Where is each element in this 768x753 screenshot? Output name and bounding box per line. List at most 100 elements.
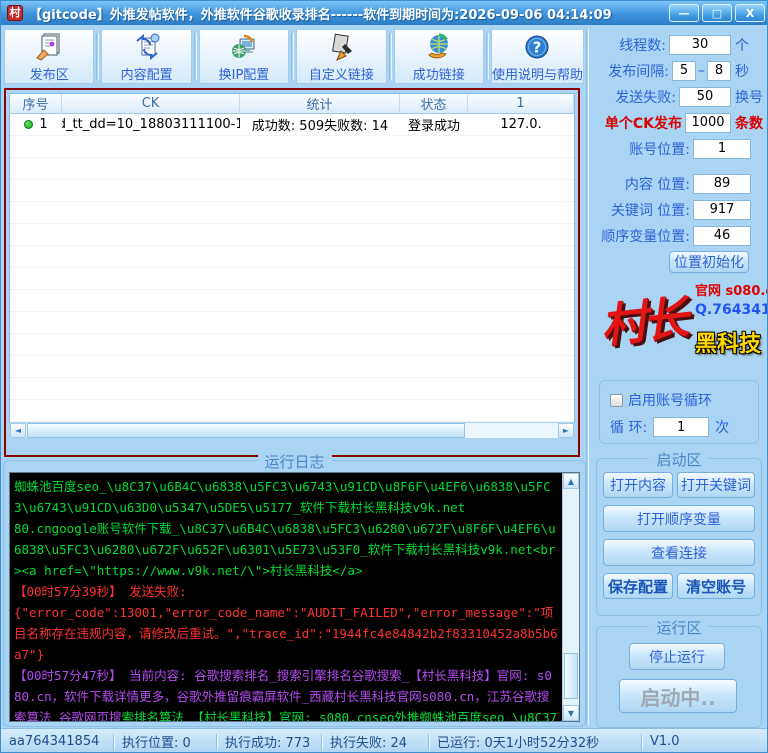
account-pos-label: 账号位置: [593, 139, 693, 159]
maximize-button[interactable]: □ [702, 4, 732, 22]
log-line: 80.cngoogle账号软件下载_\u8C37\u6B4C\u6838\u5F… [14, 518, 558, 581]
thread-count-unit: 个 [731, 35, 763, 55]
cell-1: uuid_tt_dd=10_18803111100-17... [62, 117, 240, 132]
account-table[interactable]: 序号CK统计状态1 1uuid_tt_dd=10_18803111100-17.… [9, 93, 575, 423]
window-title: 【gitcode】外推发帖软件，外推软件谷歌收录排名------软件到期时间为:… [29, 4, 666, 23]
table-row[interactable]: 1uuid_tt_dd=10_18803111100-17...成功数: 509… [10, 114, 574, 136]
empty-row [10, 136, 574, 158]
single-ck-unit: 条数 [731, 113, 763, 133]
toolbar: 发布区 内容配置换IP配置自定义链接成功链接 ?使用说明与帮助 [3, 28, 585, 85]
statusbar-item-2: 执行成功: 773 [217, 732, 321, 751]
column-header-1[interactable]: CK [62, 94, 240, 114]
interval-max-input[interactable] [707, 61, 731, 81]
toolbar-button-publish[interactable]: 发布区 [4, 29, 94, 84]
content-pos-input[interactable] [693, 174, 751, 194]
minimize-button[interactable]: — [669, 4, 699, 22]
empty-row [10, 224, 574, 246]
keyword-pos-row: 关键词 位置: [593, 199, 763, 220]
column-header-0[interactable]: 序号 [10, 94, 62, 114]
empty-row [10, 312, 574, 334]
scroll-up-icon[interactable]: ▲ [563, 473, 579, 489]
custom-link-icon [326, 31, 356, 63]
publish-doc-icon [34, 31, 64, 63]
toolbar-separator [96, 33, 99, 80]
change-ip-icon [229, 31, 259, 63]
horizontal-scrollbar[interactable]: ◄ ► [9, 422, 575, 439]
statusbar-item-1: 执行位置: 0 [114, 732, 216, 751]
scroll-left-icon[interactable]: ◄ [10, 423, 26, 438]
status-bar: aa764341854执行位置: 0执行成功: 773执行失败: 24已运行: … [1, 728, 768, 753]
horizontal-scroll-thumb[interactable] [27, 423, 465, 438]
open-content-button[interactable]: 打开内容 [603, 472, 673, 498]
toolbar-button-label: 成功链接 [413, 64, 465, 83]
account-pos-row: 账号位置: [593, 138, 763, 159]
order-pos-row: 顺序变量位置: [593, 225, 763, 246]
loop-checkbox[interactable] [610, 394, 623, 407]
log-line: {"error_code":13001,"error_code_name":"A… [14, 602, 558, 665]
scroll-right-icon[interactable]: ► [558, 423, 574, 438]
single-ck-input[interactable] [685, 113, 731, 133]
log-vertical-scrollbar[interactable]: ▲ ▼ [562, 473, 579, 721]
account-pos-input[interactable] [693, 139, 751, 159]
statusbar-item-5: V1.0 [642, 734, 768, 749]
loop-count-input[interactable] [653, 417, 709, 437]
empty-row [10, 202, 574, 224]
order-pos-input[interactable] [693, 226, 751, 246]
scroll-down-icon[interactable]: ▼ [563, 705, 579, 721]
column-header-3[interactable]: 状态 [400, 94, 468, 114]
log-group-title: 运行日志 [257, 451, 331, 472]
keyword-pos-input[interactable] [693, 200, 751, 220]
empty-row [10, 400, 574, 422]
thread-count-input[interactable] [669, 35, 731, 55]
titlebar: 村 【gitcode】外推发帖软件，外推软件谷歌收录排名------软件到期时间… [1, 1, 768, 25]
stop-run-button[interactable]: 停止运行 [629, 643, 725, 670]
toolbar-separator [389, 33, 392, 80]
launch-group-title: 启动区 [649, 449, 708, 470]
interval-row: 发布间隔: – 秒 [593, 60, 763, 81]
table-header: 序号CK统计状态1 [10, 94, 574, 114]
open-order-button[interactable]: 打开顺序变量 [603, 505, 755, 532]
log-box[interactable]: 蜘蛛池百度seo_\u8C37\u6B4C\u6838\u5FC3\u6743\… [9, 472, 580, 722]
brand-site: 官网 s080.cn [695, 280, 767, 299]
statusbar-item-0: aa764341854 [1, 734, 113, 749]
toolbar-button-ip[interactable]: 换IP配置 [199, 29, 289, 84]
column-header-2[interactable]: 统计 [240, 94, 400, 114]
open-keyword-button[interactable]: 打开关键词 [677, 472, 755, 498]
toolbar-button-content[interactable]: 内容配置 [101, 29, 191, 84]
statusbar-item-3: 执行失败: 24 [322, 732, 428, 751]
save-config-button[interactable]: 保存配置 [603, 573, 673, 599]
settings-form: 线程数: 个 发布间隔: – 秒 发送失败: 换号 单个CK发布 条数 [591, 28, 767, 273]
empty-row [10, 180, 574, 202]
run-group-title: 运行区 [649, 617, 708, 638]
brand-logo: 村长 [586, 273, 699, 379]
interval-min-input[interactable] [672, 61, 696, 81]
content-config-icon [132, 31, 162, 63]
clear-account-button[interactable]: 清空账号 [677, 573, 755, 599]
view-links-button[interactable]: 查看连接 [603, 539, 755, 566]
toolbar-button-successlink[interactable]: 成功链接 [394, 29, 484, 84]
brand-subtitle: 黑科技 [695, 326, 767, 358]
panel-divider [586, 29, 589, 725]
empty-row [10, 290, 574, 312]
interval-label: 发布间隔: [593, 61, 672, 81]
content-pos-row: 内容 位置: [593, 173, 763, 194]
run-group: 运行区 停止运行 启动中.. [596, 626, 762, 728]
position-init-button[interactable]: 位置初始化 [669, 251, 749, 273]
toolbar-button-customlink[interactable]: 自定义链接 [296, 29, 386, 84]
content-pos-label: 内容 位置: [593, 174, 693, 194]
empty-row [10, 356, 574, 378]
toolbar-button-label: 发布区 [30, 64, 69, 83]
toolbar-separator [486, 33, 489, 80]
toolbar-button-help[interactable]: ?使用说明与帮助 [491, 29, 584, 84]
cell-3: 登录成功 [400, 115, 468, 134]
column-header-4[interactable]: 1 [468, 94, 574, 114]
vertical-scroll-thumb[interactable] [564, 653, 578, 699]
empty-row [10, 246, 574, 268]
help-icon: ? [522, 31, 552, 63]
statusbar-item-4: 已运行: 0天1小时52分32秒 [429, 732, 641, 751]
keyword-pos-label: 关键词 位置: [593, 200, 693, 220]
close-button[interactable]: X [735, 4, 765, 22]
fail-switch-input[interactable] [679, 87, 731, 107]
brand-qq: Q.764341854 [695, 302, 767, 318]
start-button[interactable]: 启动中.. [619, 679, 737, 713]
